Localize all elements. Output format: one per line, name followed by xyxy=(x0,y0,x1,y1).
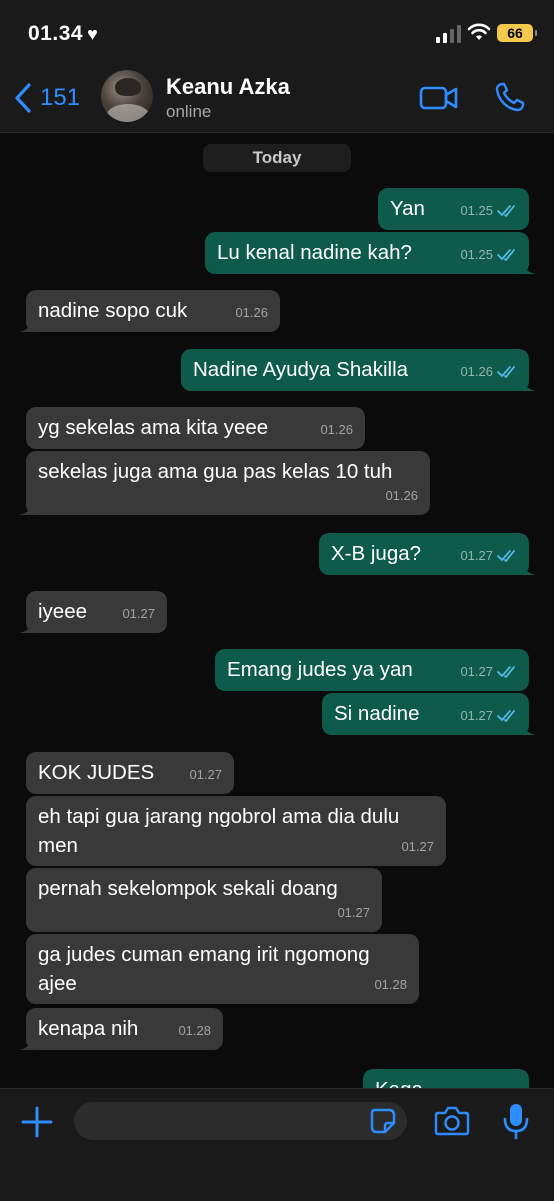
chat-area[interactable]: Today Yan 01.25 Lu kenal nadine kah? 01.25 n… xyxy=(0,133,554,1088)
outgoing-message[interactable]: Emang judes ya yan 01.27 xyxy=(215,649,529,691)
bubble-tail xyxy=(522,377,536,391)
read-receipt-icon xyxy=(497,709,515,722)
battery-indicator: 66 xyxy=(497,24,537,42)
bubble-tail xyxy=(522,561,536,575)
back-button[interactable]: 151 xyxy=(12,82,80,114)
back-chevron-icon xyxy=(15,83,31,113)
message-input[interactable] xyxy=(74,1102,407,1140)
message-time-text: 01.27 xyxy=(460,548,493,563)
bubble-tail xyxy=(19,501,33,515)
read-receipt-icon xyxy=(497,549,515,562)
bubble-tail xyxy=(19,1036,33,1050)
message-time-text: 01.25 xyxy=(460,247,493,262)
message-time-text: 01.27 xyxy=(460,664,493,679)
message-time: 01.27 xyxy=(401,832,434,861)
message-text: eh tapi gua jarang ngobrol ama dia dulu xyxy=(38,805,400,828)
status-bar: 01.34 ♥ 66 xyxy=(0,0,554,64)
outgoing-message[interactable]: Yan 01.25 xyxy=(378,188,529,230)
message-time-text: 01.27 xyxy=(337,905,370,920)
read-receipt-icon xyxy=(497,665,515,678)
incoming-message[interactable]: kenapa nih 01.28 xyxy=(19,1008,223,1050)
message-text: ga judes cuman emang irit ngomong xyxy=(38,943,370,966)
message-time-text: 01.27 xyxy=(401,839,434,854)
incoming-message[interactable]: KOK JUDES 01.27 xyxy=(26,752,234,794)
outgoing-message[interactable]: Lu kenal nadine kah? 01.25 xyxy=(205,232,536,274)
outgoing-message[interactable]: Si nadine 01.27 xyxy=(322,693,536,735)
outgoing-message[interactable]: Nadine Ayudya Shakilla 01.26 xyxy=(181,349,536,391)
message-time-text: 01.27 xyxy=(460,708,493,723)
read-receipt-icon xyxy=(497,248,515,261)
read-receipt-icon xyxy=(497,204,515,217)
message-time-text: 01.28 xyxy=(374,977,407,992)
message-time: 01.26 xyxy=(460,357,517,386)
bubble-tail xyxy=(522,260,536,274)
message-time: 01.26 xyxy=(320,415,353,444)
incoming-message[interactable]: yg sekelas ama kita yeee 01.26 xyxy=(26,407,365,449)
camera-icon[interactable] xyxy=(434,1105,470,1137)
incoming-message[interactable]: nadine sopo cuk 01.26 xyxy=(19,290,280,332)
message-text: pernah sekelompok sekali doang xyxy=(38,877,338,900)
message-time-text: 01.26 xyxy=(460,364,493,379)
message-time: 01.26 xyxy=(235,298,268,327)
message-time: 01.25 xyxy=(460,240,517,269)
date-separator: Today xyxy=(203,144,351,172)
message-time: 01.27 xyxy=(189,760,222,789)
read-receipt-icon xyxy=(497,365,515,378)
incoming-message[interactable]: eh tapi gua jarang ngobrol ama dia dulu m… xyxy=(26,796,446,866)
wifi-icon xyxy=(467,23,491,40)
video-call-icon[interactable] xyxy=(419,84,459,112)
message-text: sekelas juga ama gua pas kelas 10 tuh xyxy=(38,460,393,483)
message-time: 01.27 xyxy=(460,701,517,730)
message-time-text: 01.27 xyxy=(189,767,222,782)
bubble-tail xyxy=(19,619,33,633)
message-time: 01.26 xyxy=(385,481,418,510)
phone-call-icon[interactable] xyxy=(494,81,526,113)
heart-icon: ♥ xyxy=(87,24,99,44)
incoming-message[interactable]: sekelas juga ama gua pas kelas 10 tuh 01.… xyxy=(19,451,430,515)
message-time-text: 01.28 xyxy=(178,1023,211,1038)
message-text: yg sekelas ama kita yeee xyxy=(38,416,269,439)
bubble-tail xyxy=(19,318,33,332)
message-time-text: 01.25 xyxy=(460,203,493,218)
incoming-message[interactable]: iyeee 01.27 xyxy=(19,591,167,633)
message-time: 01.27 xyxy=(122,599,155,628)
message-text: men xyxy=(38,834,78,857)
outgoing-message[interactable]: Kaga xyxy=(363,1069,529,1088)
chat-header: 151 Keanu Azka online xyxy=(0,64,554,133)
composer-bar xyxy=(0,1088,554,1201)
message-time: 01.27 xyxy=(337,898,370,927)
bubble-tail xyxy=(522,721,536,735)
outgoing-message[interactable]: X-B juga? 01.27 xyxy=(319,533,536,575)
signal-icon xyxy=(436,25,461,43)
message-time: 01.27 xyxy=(460,541,517,570)
avatar[interactable] xyxy=(101,70,153,122)
incoming-message[interactable]: pernah sekelompok sekali doang 01.27 xyxy=(26,868,382,932)
message-time: 01.28 xyxy=(178,1016,211,1045)
microphone-icon[interactable] xyxy=(502,1102,530,1140)
message-time-text: 01.27 xyxy=(122,606,155,621)
contact-name[interactable]: Keanu Azka xyxy=(166,74,290,100)
message-text: ajee xyxy=(38,972,77,995)
message-text: Kaga xyxy=(375,1075,517,1088)
message-time-text: 01.26 xyxy=(235,305,268,320)
plus-icon[interactable] xyxy=(18,1103,56,1141)
message-time-text: 01.26 xyxy=(320,422,353,437)
message-text: nadine sopo cuk xyxy=(38,299,188,322)
contact-status: online xyxy=(166,102,212,121)
incoming-message[interactable]: ga judes cuman emang irit ngomong ajee 01.… xyxy=(26,934,419,1004)
message-time-text: 01.26 xyxy=(385,488,418,503)
message-time: 01.25 xyxy=(460,196,517,225)
sticker-icon[interactable] xyxy=(370,1108,396,1134)
message-time: 01.28 xyxy=(374,970,407,999)
status-time-text: 01.34 xyxy=(28,22,84,45)
message-time: 01.27 xyxy=(460,657,517,686)
unread-count: 151 xyxy=(40,84,81,111)
status-time: 01.34 ♥ xyxy=(28,22,98,46)
